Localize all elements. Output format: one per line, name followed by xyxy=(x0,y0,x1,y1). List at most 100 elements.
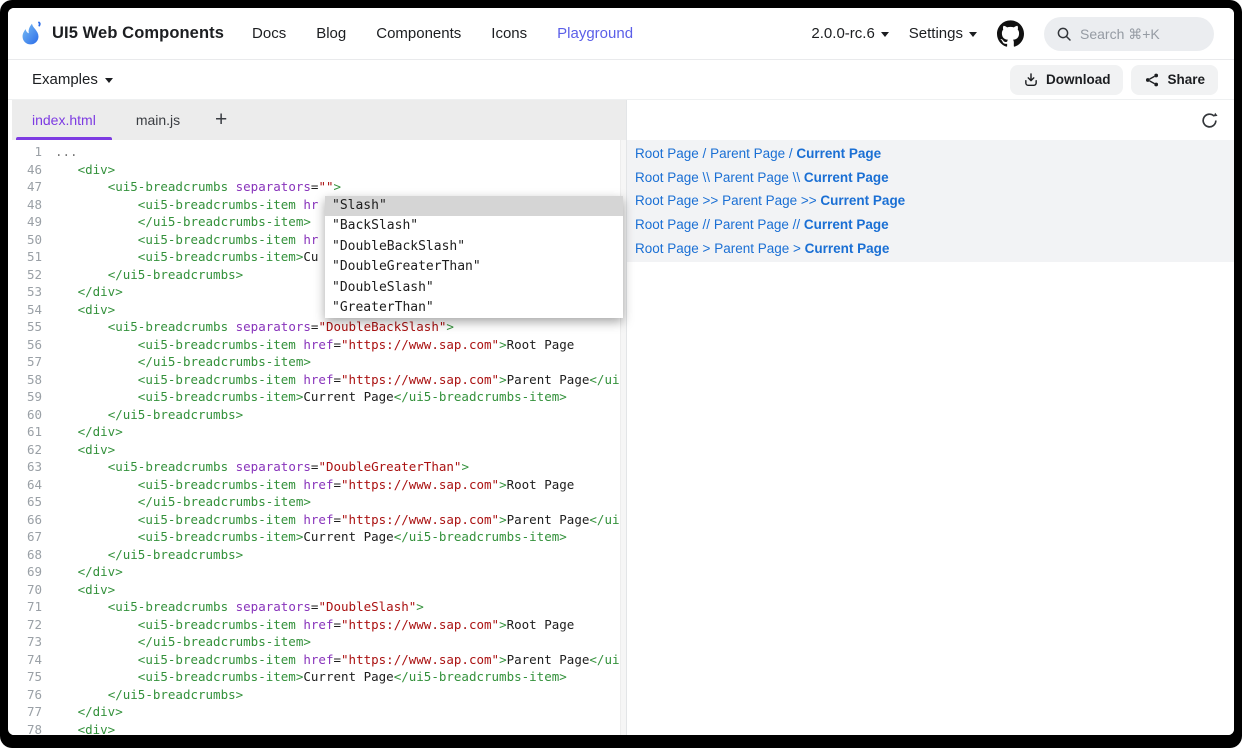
breadcrumb-link[interactable]: Parent Page xyxy=(722,193,797,208)
examples-toolbar: Examples Download xyxy=(8,60,1234,100)
line-number: 48 xyxy=(12,196,55,214)
breadcrumb-row: Root Page // Parent Page // Current Page xyxy=(627,213,1234,237)
autocomplete-option[interactable]: "GreaterThan" xyxy=(325,298,623,318)
download-button[interactable]: Download xyxy=(1010,65,1124,95)
line-content: <ui5-breadcrumbs separators="DoubleGreat… xyxy=(55,458,469,476)
breadcrumb-link[interactable]: Root Page xyxy=(635,217,699,232)
add-tab-button[interactable]: + xyxy=(200,100,242,140)
line-number: 49 xyxy=(12,213,55,231)
editor-tab-main-js[interactable]: main.js xyxy=(116,100,200,140)
examples-dropdown[interactable]: Examples xyxy=(32,71,113,88)
examples-label: Examples xyxy=(32,71,98,88)
line-content: </ui5-breadcrumbs-item> xyxy=(55,213,311,231)
brand[interactable]: UI5 Web Components xyxy=(18,20,224,48)
breadcrumb-row: Root Page \\ Parent Page \\ Current Page xyxy=(627,166,1234,190)
breadcrumb-separator: // xyxy=(789,217,804,232)
line-content: <ui5-breadcrumbs-item>Current Page</ui5-… xyxy=(55,528,567,546)
nav-item-playground[interactable]: Playground xyxy=(557,25,633,42)
chevron-down-icon xyxy=(105,78,113,83)
code-line: 68 </ui5-breadcrumbs> xyxy=(12,546,626,564)
breadcrumb-separator: > xyxy=(699,241,714,256)
code-line: 78 <div> xyxy=(12,721,626,736)
line-content: </ui5-breadcrumbs> xyxy=(55,686,243,704)
line-content: <ui5-breadcrumbs-item href="https://www.… xyxy=(55,651,626,669)
nav-right: 2.0.0-rc.6 Settings xyxy=(811,17,1214,51)
nav-item-components[interactable]: Components xyxy=(376,25,461,42)
share-button[interactable]: Share xyxy=(1131,65,1218,95)
code-line: 46 <div> xyxy=(12,161,626,179)
search-input[interactable] xyxy=(1080,26,1190,42)
line-content: <div> xyxy=(55,721,115,736)
download-icon xyxy=(1023,72,1039,88)
version-label: 2.0.0-rc.6 xyxy=(811,25,874,42)
line-number: 62 xyxy=(12,441,55,459)
line-content: <ui5-breadcrumbs-item href="https://www.… xyxy=(55,616,574,634)
line-content: <div> xyxy=(55,301,115,319)
code-line: 56 <ui5-breadcrumbs-item href="https://w… xyxy=(12,336,626,354)
autocomplete-option[interactable]: "DoubleGreaterThan" xyxy=(325,257,623,277)
window-frame: UI5 Web Components Docs Blog Components Ico… xyxy=(0,0,1242,748)
code-line: 1... xyxy=(12,143,626,161)
line-number: 73 xyxy=(12,633,55,651)
breadcrumb-link[interactable]: Parent Page xyxy=(714,217,789,232)
line-number: 50 xyxy=(12,231,55,249)
line-content: <ui5-breadcrumbs separators=""> xyxy=(55,178,341,196)
code-line: 69 </div> xyxy=(12,563,626,581)
code-line: 60 </ui5-breadcrumbs> xyxy=(12,406,626,424)
breadcrumb-current-page: Current Page xyxy=(805,241,890,256)
autocomplete-option[interactable]: "DoubleBackSlash" xyxy=(325,237,623,257)
breadcrumbs-demo-block: Root Page / Parent Page / Current PageRo… xyxy=(627,140,1234,262)
breadcrumb-current-page: Current Page xyxy=(804,170,889,185)
line-content: </div> xyxy=(55,423,123,441)
breadcrumb-link[interactable]: Parent Page xyxy=(710,146,785,161)
preview-topbar xyxy=(627,100,1234,140)
line-content: <ui5-breadcrumbs-item>Current Page</ui5-… xyxy=(55,388,567,406)
line-content: ... xyxy=(55,143,78,161)
settings-dropdown[interactable]: Settings xyxy=(909,25,977,42)
line-content: <ui5-breadcrumbs-item hr xyxy=(55,231,318,249)
line-number: 54 xyxy=(12,301,55,319)
autocomplete-option[interactable]: "BackSlash" xyxy=(325,216,623,236)
line-content: <div> xyxy=(55,581,115,599)
editor-tab-index-html[interactable]: index.html xyxy=(12,100,116,140)
code-line: 72 <ui5-breadcrumbs-item href="https://w… xyxy=(12,616,626,634)
line-number: 77 xyxy=(12,703,55,721)
breadcrumb-link[interactable]: Root Page xyxy=(635,146,699,161)
version-dropdown[interactable]: 2.0.0-rc.6 xyxy=(811,25,888,42)
line-number: 60 xyxy=(12,406,55,424)
breadcrumb-separator: / xyxy=(699,146,710,161)
breadcrumb-link[interactable]: Parent Page xyxy=(714,241,789,256)
line-content: <ui5-breadcrumbs-item href="https://www.… xyxy=(55,476,574,494)
line-content: <ui5-breadcrumbs separators="DoubleBackS… xyxy=(55,318,454,336)
breadcrumb-link[interactable]: Root Page xyxy=(635,170,699,185)
breadcrumb-link[interactable]: Root Page xyxy=(635,241,699,256)
line-content: </ui5-breadcrumbs-item> xyxy=(55,353,311,371)
chevron-down-icon xyxy=(881,32,889,37)
github-icon[interactable] xyxy=(997,20,1024,47)
line-number: 78 xyxy=(12,721,55,736)
app-root: UI5 Web Components Docs Blog Components Ico… xyxy=(8,8,1234,735)
code-line: 73 </ui5-breadcrumbs-item> xyxy=(12,633,626,651)
nav-item-docs[interactable]: Docs xyxy=(252,25,286,42)
code-line: 75 <ui5-breadcrumbs-item>Current Page</u… xyxy=(12,668,626,686)
line-content: <ui5-breadcrumbs separators="DoubleSlash… xyxy=(55,598,424,616)
code-line: 61 </div> xyxy=(12,423,626,441)
refresh-icon[interactable] xyxy=(1200,110,1220,130)
breadcrumb-current-page: Current Page xyxy=(796,146,881,161)
code-line: 59 <ui5-breadcrumbs-item>Current Page</u… xyxy=(12,388,626,406)
nav-item-icons[interactable]: Icons xyxy=(491,25,527,42)
line-number: 58 xyxy=(12,371,55,389)
code-line: 70 <div> xyxy=(12,581,626,599)
line-number: 52 xyxy=(12,266,55,284)
search-box[interactable] xyxy=(1044,17,1214,51)
download-label: Download xyxy=(1046,72,1111,87)
breadcrumb-link[interactable]: Root Page xyxy=(635,193,699,208)
nav-item-blog[interactable]: Blog xyxy=(316,25,346,42)
editor-tabbar: index.htmlmain.js+ xyxy=(12,100,626,140)
breadcrumb-link[interactable]: Parent Page xyxy=(714,170,789,185)
breadcrumb-separator: > xyxy=(789,241,804,256)
line-number: 46 xyxy=(12,161,55,179)
autocomplete-option[interactable]: "DoubleSlash" xyxy=(325,278,623,298)
autocomplete-option[interactable]: "Slash" xyxy=(325,196,623,216)
line-number: 55 xyxy=(12,318,55,336)
